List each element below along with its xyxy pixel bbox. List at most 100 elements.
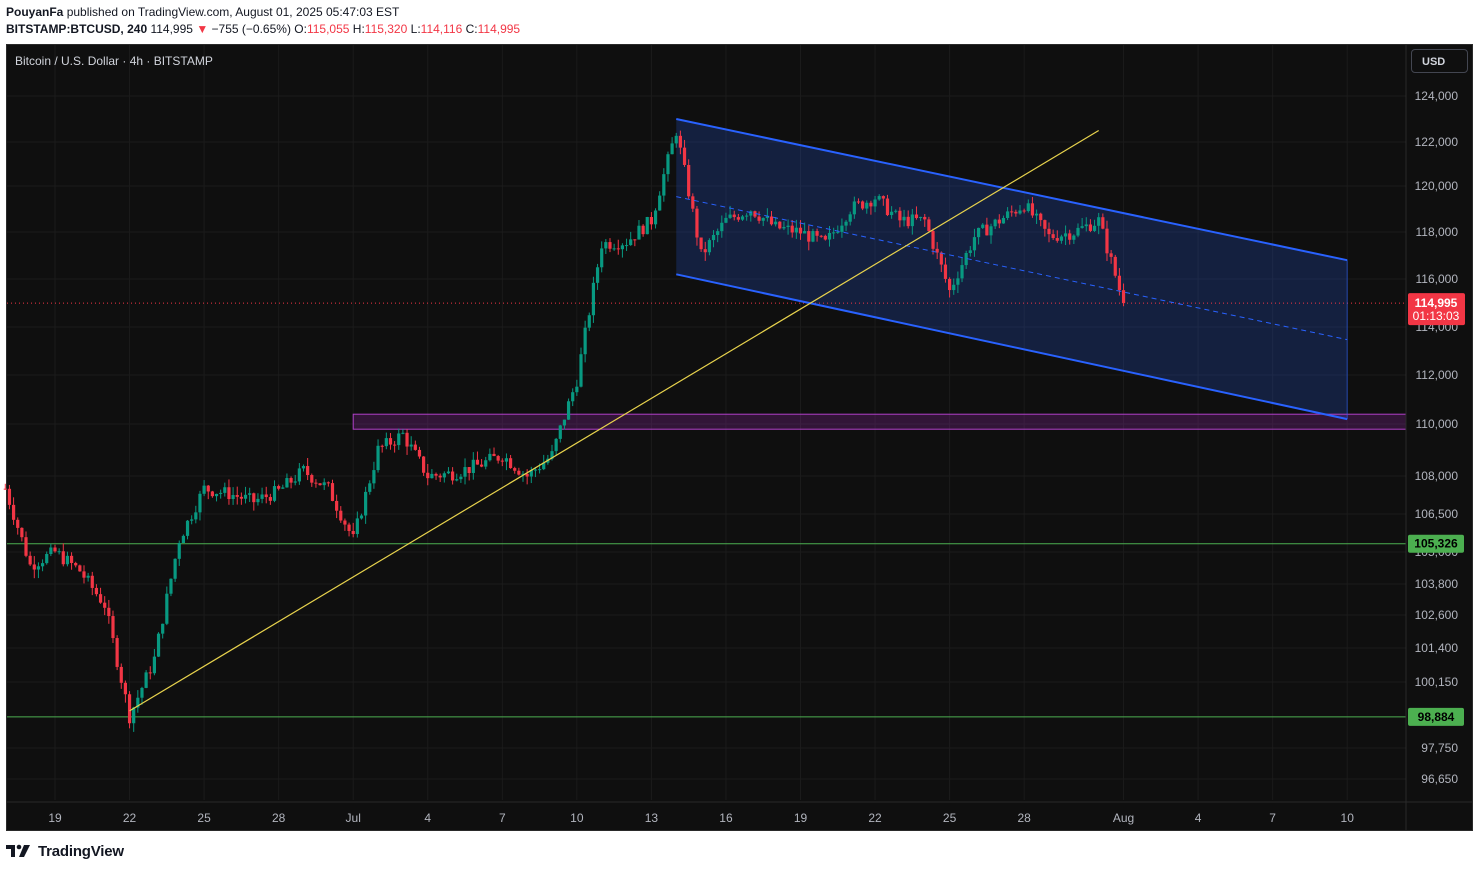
candle-body	[16, 519, 20, 528]
x-tick-label: 16	[719, 811, 733, 825]
y-tick-label: 120,000	[1415, 179, 1459, 193]
candle-body	[61, 551, 65, 565]
candle-body	[210, 491, 214, 497]
candle-body	[923, 216, 927, 220]
candle-body	[1084, 224, 1088, 227]
candle-body	[803, 231, 807, 234]
y-tick-label: 103,800	[1415, 577, 1459, 591]
candle-body	[1014, 211, 1018, 214]
candle-body	[757, 216, 761, 221]
candle-body	[293, 481, 297, 483]
countdown-label: 01:13:03	[1413, 309, 1460, 323]
candle-body	[711, 234, 716, 241]
candle-body	[1018, 210, 1022, 214]
candle-body	[455, 479, 459, 481]
tradingview-logo-icon[interactable]	[6, 843, 32, 859]
candle-body	[976, 227, 981, 238]
candle-body	[388, 438, 393, 445]
candle-body	[666, 154, 670, 175]
candle-body	[500, 460, 504, 462]
candle-body	[335, 500, 339, 511]
candle-body	[11, 504, 16, 520]
candle-body	[355, 518, 359, 535]
candle-body	[40, 563, 45, 567]
candle-body	[434, 473, 438, 476]
candle-body	[525, 473, 529, 477]
candle-body	[364, 491, 368, 516]
candle-body	[819, 235, 823, 237]
y-tick-label: 118,000	[1416, 225, 1459, 239]
candle-body	[90, 575, 94, 588]
candle-body	[653, 210, 658, 225]
x-tick-label: Jul	[346, 811, 361, 825]
candle-body	[248, 493, 252, 495]
candle-body	[645, 217, 649, 235]
x-tick-label: 28	[272, 811, 286, 825]
price-chart[interactable]: 124,000122,000120,000118,000116,000114,0…	[0, 0, 1480, 869]
candle-body	[707, 240, 711, 253]
candle-body	[914, 214, 919, 219]
candle-body	[49, 547, 53, 554]
candle-body	[326, 482, 330, 484]
candle-body	[633, 239, 637, 241]
candle-body	[144, 672, 148, 688]
candle-body	[678, 135, 682, 148]
y-tick-label: 112,000	[1416, 368, 1459, 382]
candle-body	[865, 202, 869, 209]
candle-body	[774, 221, 778, 225]
x-tick-label: 25	[943, 811, 957, 825]
candle-body	[836, 231, 840, 233]
candle-body	[956, 278, 960, 285]
x-tick-label: 28	[1017, 811, 1031, 825]
candle-body	[948, 278, 952, 291]
candle-body	[202, 485, 206, 494]
candle-body	[430, 473, 434, 479]
candle-body	[479, 464, 484, 467]
tradingview-brand[interactable]: TradingView	[38, 843, 124, 860]
candle-body	[1097, 217, 1101, 226]
candle-body	[1109, 253, 1113, 257]
y-tick-label: 122,000	[1415, 135, 1459, 149]
candle-body	[185, 520, 190, 536]
candle-body	[1030, 203, 1035, 216]
candle-body	[508, 458, 513, 469]
candle-body	[720, 222, 724, 232]
candle-body	[492, 453, 496, 457]
support-level-label: 105,326	[1414, 537, 1458, 551]
candle-body	[330, 483, 335, 501]
candle-body	[1055, 238, 1059, 241]
candle-body	[459, 476, 463, 480]
currency-button[interactable]: USD	[1411, 49, 1468, 73]
channel-fill	[676, 119, 1348, 420]
candle-body	[103, 602, 107, 608]
candle-body	[351, 530, 355, 535]
candle-body	[873, 199, 877, 207]
candle-body	[471, 459, 475, 473]
candle-body	[1092, 225, 1097, 231]
candle-body	[152, 656, 156, 674]
candle-body	[595, 267, 600, 283]
candle-body	[732, 214, 736, 218]
candle-body	[852, 201, 856, 215]
candle-body	[579, 354, 583, 387]
candle-body	[111, 616, 115, 639]
candle-body	[761, 218, 765, 221]
candle-body	[322, 482, 326, 486]
candle-body	[641, 225, 645, 235]
candle-body	[426, 472, 430, 479]
candle-body	[239, 496, 243, 499]
candle-body	[32, 564, 36, 570]
candle-body	[156, 633, 161, 657]
y-tick-label: 100,150	[1415, 675, 1459, 689]
candle-body	[745, 215, 749, 217]
candle-body	[442, 473, 446, 478]
x-tick-label: 10	[1341, 811, 1355, 825]
candle-body	[943, 264, 948, 279]
candle-body	[674, 135, 678, 144]
candle-body	[289, 478, 293, 483]
candle-body	[898, 210, 902, 221]
y-tick-label: 110,000	[1416, 417, 1459, 431]
candle-body	[649, 217, 653, 225]
candle-body	[1076, 227, 1080, 236]
candle-body	[537, 469, 542, 471]
